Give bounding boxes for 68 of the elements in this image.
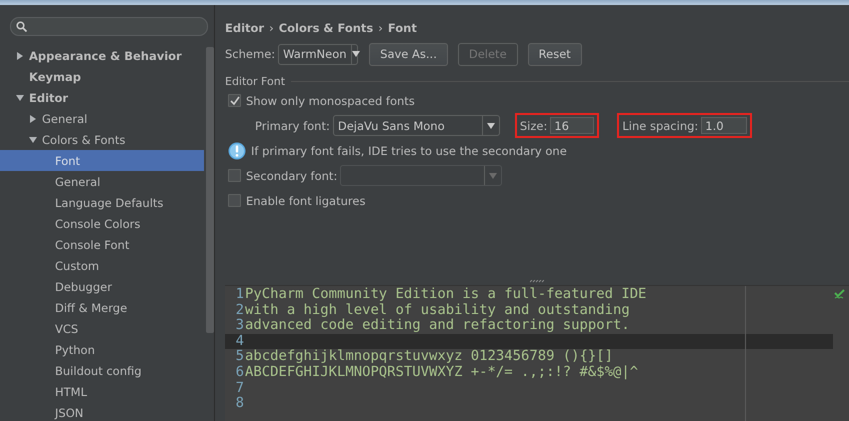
tree-item[interactable]: Debugger [0,276,204,297]
line-number: 7 [234,380,244,396]
tree-item[interactable]: Console Font [0,234,204,255]
caret-down-icon[interactable] [29,136,37,144]
code-line: ABCDEFGHIJKLMNOPQRSTUVWXYZ +-*/= .,;:!? #&$%@|^ [244,364,638,381]
search-icon [16,21,27,32]
breadcrumb-item[interactable]: Editor [225,21,264,35]
line-spacing-field[interactable]: 1.0 [701,117,748,134]
tree-item[interactable]: Custom [0,255,204,276]
checkbox-label: Show only monospaced fonts [246,94,415,108]
caret-right-icon[interactable] [29,114,37,122]
caret-right-icon[interactable] [16,52,24,60]
tree-item[interactable]: Console Colors [0,213,204,234]
tree-item[interactable]: Diff & Merge [0,297,204,318]
tree-item[interactable]: Buildout config [0,360,204,381]
code-line: PyCharm Community Edition is a full-featured IDE [244,287,646,303]
breadcrumb-item[interactable]: Font [388,21,417,35]
info-icon [228,142,246,160]
line-spacing-label: Line spacing: [622,118,698,132]
checkbox-label: Enable font ligatures [246,194,366,208]
caret-down-icon[interactable] [16,94,24,102]
breadcrumb-separator: › [269,21,274,35]
line-number: 1 [234,287,244,303]
line-number: 6 [234,364,244,381]
breadcrumb-item[interactable]: Colors & Fonts [278,21,374,35]
checkbox-label: Secondary font: [246,168,338,182]
line-number: 3 [234,318,244,334]
checkmark-icon [834,289,845,299]
dropdown-arrow-icon [486,122,495,128]
font-preview-editor[interactable] [225,285,849,421]
code-line: abcdefghijklmnopqrstuvwxyz 0123456789 (){}[] [244,349,613,365]
checkbox[interactable] [228,169,241,182]
tree-item[interactable]: Font [0,150,204,171]
scheme-button[interactable]: Reset [528,42,582,66]
tree-item[interactable]: Language Defaults [0,192,204,213]
section-title: Editor Font [225,74,286,88]
code-line: advanced code editing and refactoring support. [244,318,630,334]
tree-item[interactable]: Appearance & Behavior [0,45,204,66]
checkbox[interactable] [228,94,241,107]
scrollbar[interactable] [206,47,214,333]
scheme-dropdown[interactable]: WarmNeon [278,44,358,64]
tree-item[interactable]: Editor [0,87,204,108]
tree-item[interactable]: General [0,108,204,129]
primary-font-dropdown[interactable]: DejaVu Sans Mono [332,115,500,136]
code-line: with a high level of usability and outstanding [244,302,630,318]
dropdown-arrow-icon [352,51,360,57]
scheme-button[interactable]: Save As... [369,42,448,66]
tree-item[interactable]: JSON [0,402,204,421]
primary-font-label: Primary font: [255,118,330,132]
dropdown-arrow-icon [489,172,498,178]
breadcrumb-separator: › [378,21,383,35]
tree-item[interactable]: Python [0,339,204,360]
checkbox[interactable] [228,194,241,207]
tree-item[interactable]: Keymap [0,66,204,87]
scheme-label: Scheme: [225,47,276,61]
info-message: If primary font fails, IDE tries to use the secondary one [251,144,567,158]
tree-item[interactable]: HTML [0,381,204,402]
search-field[interactable] [10,17,208,36]
tree-item[interactable]: Colors & Fonts [0,129,204,150]
line-number: 8 [234,396,244,412]
size-label: Size: [520,118,548,132]
line-number: 2 [234,302,244,318]
size-field[interactable]: 16 [550,117,594,134]
tree-item[interactable]: General [0,171,204,192]
splitter-handle-icon[interactable] [530,280,544,282]
line-number: 4 [234,334,244,350]
line-number: 5 [234,349,244,365]
tree-item[interactable]: VCS [0,318,204,339]
